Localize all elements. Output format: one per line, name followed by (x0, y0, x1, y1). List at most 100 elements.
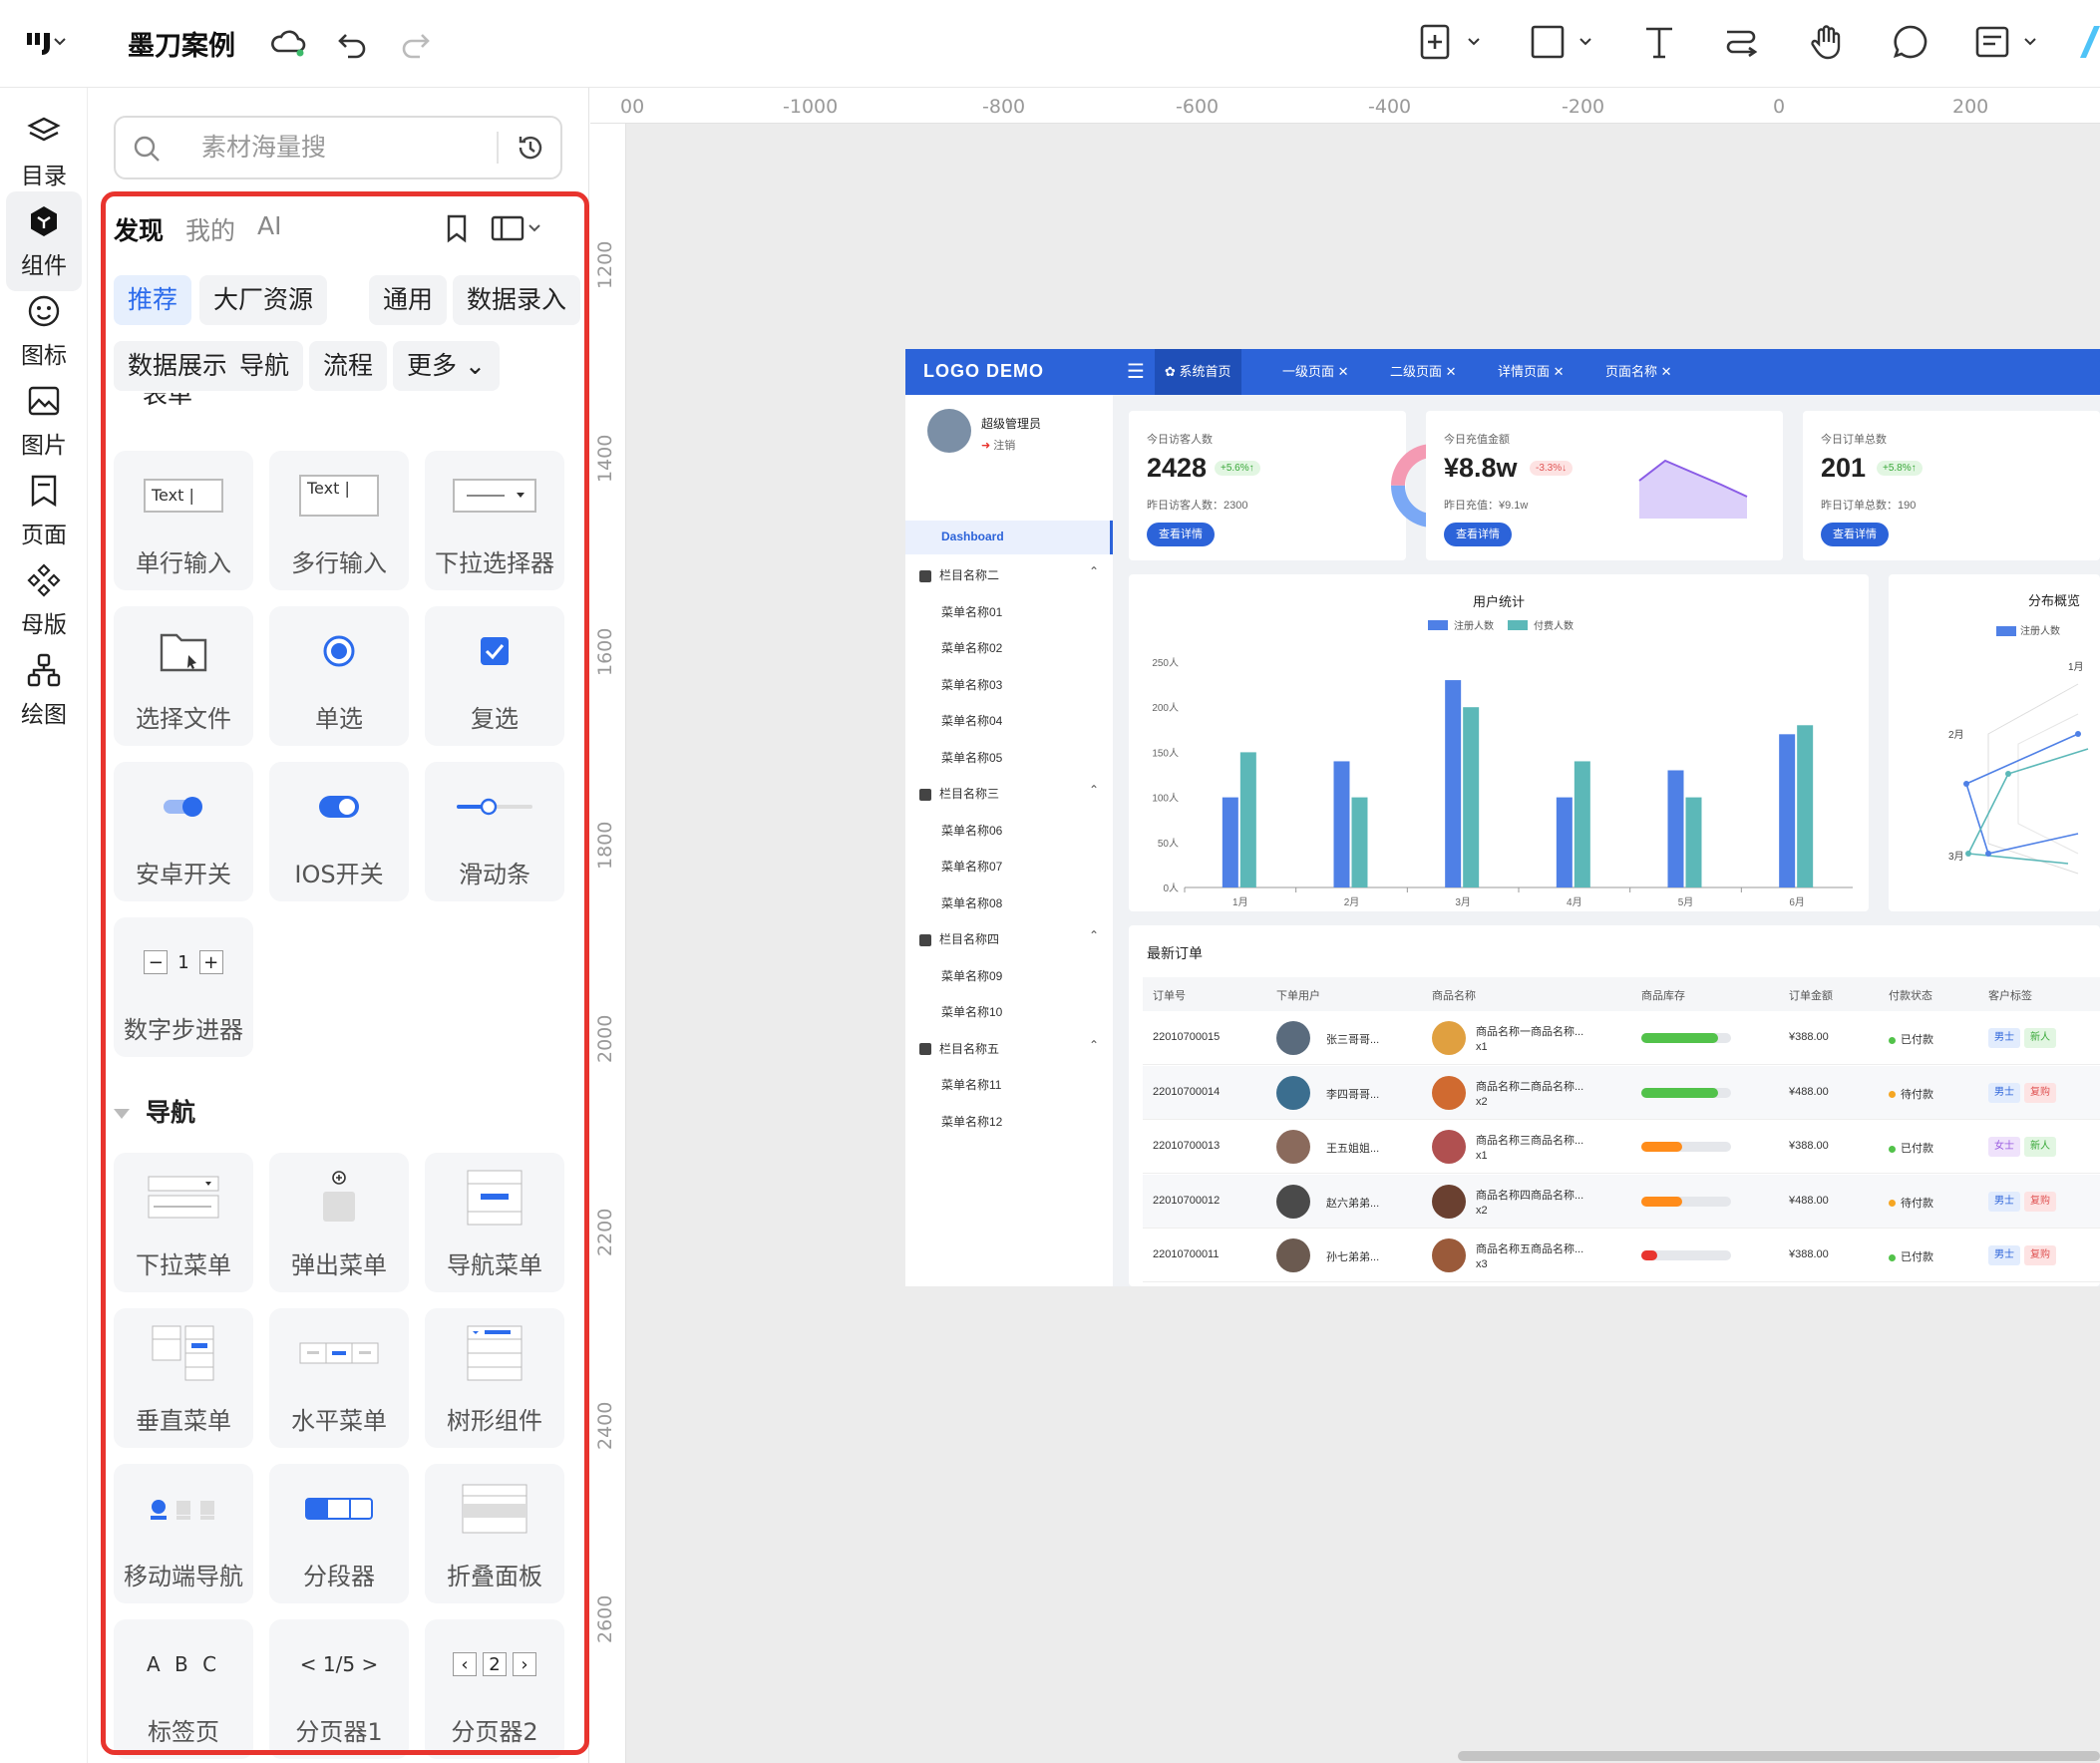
component-card-ios-switch[interactable]: IOS开关 (269, 762, 409, 901)
component-card-collapse[interactable]: 折叠面板 (425, 1464, 564, 1603)
rail-item-icons[interactable]: 图标 (6, 281, 82, 381)
kpi-title: 今日订单总数 (1821, 434, 1887, 446)
component-card-pager-1[interactable]: < 1/5 > 分页器1 (269, 1619, 409, 1759)
x-tick-label: 2月 (1344, 896, 1360, 908)
card-label: 单选 (315, 705, 363, 733)
layout-toggle-icon[interactable] (490, 211, 545, 245)
comment-icon[interactable] (1889, 20, 1932, 64)
rail-item-images[interactable]: 图片 (6, 371, 82, 471)
note-icon[interactable] (1970, 20, 2014, 64)
component-card-dropdown-menu[interactable]: 下拉菜单 (114, 1153, 253, 1292)
text-tool-icon[interactable] (1637, 20, 1681, 64)
cloud-sync-icon[interactable] (265, 20, 311, 66)
rail-item-components[interactable]: 组件 (6, 191, 82, 291)
ai-logo-icon[interactable] (2076, 20, 2100, 64)
chip-big-vendor[interactable]: 大厂资源 (199, 275, 328, 325)
folder-icon (160, 633, 207, 672)
menu-item: 菜单名称08 (941, 895, 1003, 910)
chip-data-display[interactable]: 数据展示 (114, 341, 242, 391)
search-divider (497, 132, 499, 164)
order-amount: ¥388.00 (1789, 1248, 1829, 1260)
hand-tool-icon[interactable] (1805, 20, 1849, 64)
add-page-icon[interactable] (1414, 20, 1458, 64)
section-heading-nav[interactable]: 导航 (114, 1093, 195, 1129)
rail-item-drawing[interactable]: 绘图 (6, 640, 82, 740)
component-card-checkbox[interactable]: 复选 (425, 606, 564, 746)
material-search-input[interactable]: 素材海量搜 (114, 116, 562, 179)
menu-item: 菜单名称10 (941, 1005, 1003, 1019)
bookmark-icon[interactable] (440, 211, 474, 245)
section-cut-label: 表单 (143, 393, 192, 405)
stock-bar (1641, 1196, 1731, 1207)
rail-item-masters[interactable]: 母版 (6, 550, 82, 650)
ruler-label: 1200 (594, 240, 616, 289)
chevron-down-icon[interactable] (52, 34, 68, 50)
ruler-label: 1800 (594, 821, 616, 870)
menu-group-icon (919, 569, 931, 582)
chip-flow[interactable]: 流程 (309, 341, 388, 391)
card-label: 滑动条 (459, 861, 530, 888)
rail-item-directory[interactable]: 目录 (6, 102, 82, 201)
chart-title: 用户统计 (1473, 594, 1525, 609)
order-id: 22010700013 (1153, 1140, 1221, 1152)
redo-icon[interactable] (393, 20, 439, 66)
undo-icon[interactable] (329, 20, 375, 66)
history-icon[interactable] (515, 132, 546, 164)
minus-icon: − (144, 950, 169, 974)
status-dot (1889, 1145, 1896, 1153)
dashboard-tab: 一级页面 ✕ (1282, 364, 1349, 379)
tab-mine[interactable]: 我的 (185, 211, 235, 247)
tab-discover[interactable]: 发现 (114, 211, 164, 247)
component-card-android-switch[interactable]: 安卓开关 (114, 762, 253, 901)
chip-more[interactable]: 更多 ⌄ (393, 341, 500, 391)
component-card-multi-input[interactable]: Text | 多行输入 (269, 451, 409, 590)
horizontal-scrollbar[interactable] (1458, 1751, 2100, 1761)
component-card-popup-menu[interactable]: 弹出菜单 (269, 1153, 409, 1292)
chevron-down-icon[interactable] (1577, 34, 1593, 50)
smiley-icon (28, 295, 60, 327)
chip-general[interactable]: 通用 (369, 275, 448, 325)
chip-recommend[interactable]: 推荐 (114, 275, 192, 325)
chip-data-entry[interactable]: 数据录入 (453, 275, 581, 325)
component-card-horizontal-menu[interactable]: 水平菜单 (269, 1308, 409, 1448)
component-card-vertical-menu[interactable]: 垂直菜单 (114, 1308, 253, 1448)
component-card-nav-menu[interactable]: 导航菜单 (425, 1153, 564, 1292)
stepper-preview: −1 + (144, 950, 223, 974)
chevron-down-icon[interactable] (1466, 34, 1482, 50)
component-card-radio[interactable]: 单选 (269, 606, 409, 746)
component-card-mobile-nav[interactable]: 移动端导航 (114, 1464, 253, 1603)
pager2-preview: ‹ 2 › (453, 1652, 536, 1676)
dashboard-artboard[interactable]: LOGO DEMO ☰ ✿ 系统首页 一级页面 ✕ 二级页面 ✕ 详情页面 ✕ … (905, 349, 2100, 1286)
component-card-stepper[interactable]: −1 + 数字步进器 (114, 917, 253, 1057)
bar-注册人数-4月 (1556, 797, 1573, 887)
kpi-detail-button: 查看详情 (1444, 523, 1512, 546)
order-user: 李四哥哥... (1326, 1088, 1380, 1101)
component-card-slider[interactable]: 滑动条 (425, 762, 564, 901)
tab-ai[interactable]: AI (257, 211, 281, 240)
bar-注册人数-3月 (1445, 680, 1462, 887)
component-card-tree[interactable]: 树形组件 (425, 1308, 564, 1448)
component-card-single-input[interactable]: Text | 单行输入 (114, 451, 253, 590)
rectangle-tool-icon[interactable] (1526, 20, 1570, 64)
radio-icon (323, 635, 355, 667)
connector-tool-icon[interactable] (1719, 20, 1763, 64)
chevron-down-icon[interactable] (2022, 34, 2038, 50)
component-card-select[interactable]: 下拉选择器 (425, 451, 564, 590)
page-number: 2 (483, 1652, 507, 1676)
card-label: 单行输入 (136, 549, 231, 577)
component-card-tabs[interactable]: A B C 标签页 (114, 1619, 253, 1759)
component-card-pager-2[interactable]: ‹ 2 › 分页器2 (425, 1619, 564, 1759)
chip-navigation[interactable]: 导航 (225, 341, 304, 391)
product-qty: x2 (1476, 1095, 1488, 1108)
component-card-segmented[interactable]: 分段器 (269, 1464, 409, 1603)
project-title[interactable]: 墨刀案例 (128, 24, 235, 63)
bar-注册人数-6月 (1779, 734, 1796, 887)
menu-item: 菜单名称09 (941, 968, 1003, 983)
component-card-file-picker[interactable]: 选择文件 (114, 606, 253, 746)
dashboard-tab-label: 系统首页 (1179, 364, 1231, 379)
rail-item-pages[interactable]: 页面 (6, 461, 82, 560)
stock-bar (1641, 1142, 1731, 1152)
menu-item: 菜单名称03 (941, 677, 1003, 692)
vertical-menu-icon (152, 1325, 214, 1381)
ruler-label: 0 (1773, 96, 1786, 118)
